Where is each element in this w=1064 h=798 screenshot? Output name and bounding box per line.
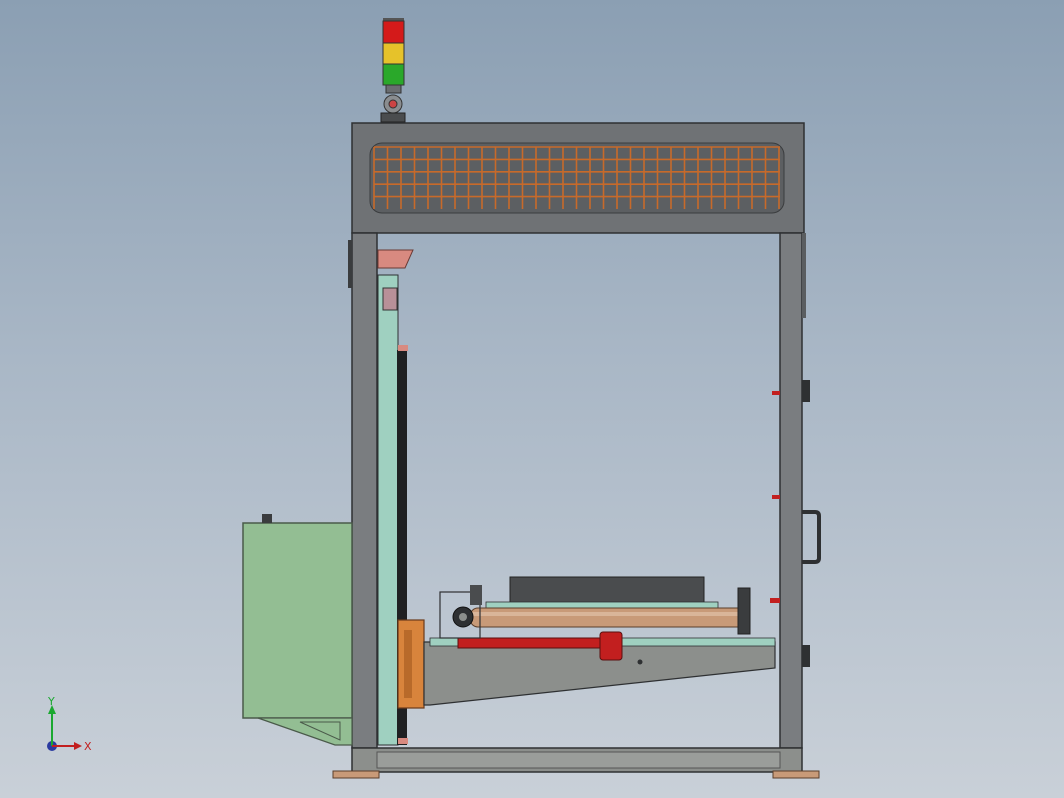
bottom-base-inner (376, 751, 781, 769)
red-pin-1 (772, 391, 780, 395)
tower-green-light (382, 63, 405, 86)
lift-column (377, 249, 425, 746)
red-cylinder (457, 637, 619, 649)
left-foot (332, 770, 380, 779)
right-foot (772, 770, 820, 779)
arm-bolt (637, 659, 643, 665)
tower-yellow-light (382, 42, 405, 65)
cabinet-body (242, 522, 353, 719)
right-post (779, 232, 803, 749)
top-stopper (377, 249, 414, 269)
roller-highlight (470, 612, 750, 616)
rail-top-cap (398, 345, 408, 351)
cad-viewport[interactable]: Y X (0, 0, 1064, 798)
electrical-cabinet (242, 514, 353, 746)
cabinet-gland (262, 514, 272, 523)
press-block (509, 576, 705, 604)
door-handle (802, 510, 821, 564)
left-post-bracket (348, 240, 352, 288)
machine-side-view: Y X (47, 18, 821, 779)
red-pin-2 (772, 495, 780, 499)
guide-panel (377, 274, 399, 746)
y-axis-label: Y (47, 695, 55, 708)
roller (469, 607, 751, 628)
carriage-block-shade (404, 630, 412, 698)
x-axis-arrow (74, 742, 82, 750)
roller-assembly (423, 576, 776, 706)
tower-red-light (382, 20, 405, 44)
cylinder-head (599, 631, 623, 661)
tower-mount-bolt (388, 99, 398, 109)
right-latch-lower (802, 645, 810, 667)
right-roller-mount (737, 587, 751, 635)
red-pin-3 (770, 598, 780, 603)
coordinate-triad: Y X (47, 695, 92, 753)
rail-bottom-cap (398, 738, 408, 744)
x-axis-label: X (84, 740, 92, 753)
tower-base (380, 112, 406, 123)
left-post (351, 232, 378, 749)
signal-tower (380, 18, 406, 123)
tower-neck (385, 84, 402, 94)
sprocket-hub (459, 613, 467, 621)
guide-clamp (382, 287, 398, 311)
motor-body (470, 585, 482, 605)
right-latch-upper (802, 380, 810, 402)
top-header-frame (351, 122, 805, 234)
right-post-edge (802, 233, 806, 318)
